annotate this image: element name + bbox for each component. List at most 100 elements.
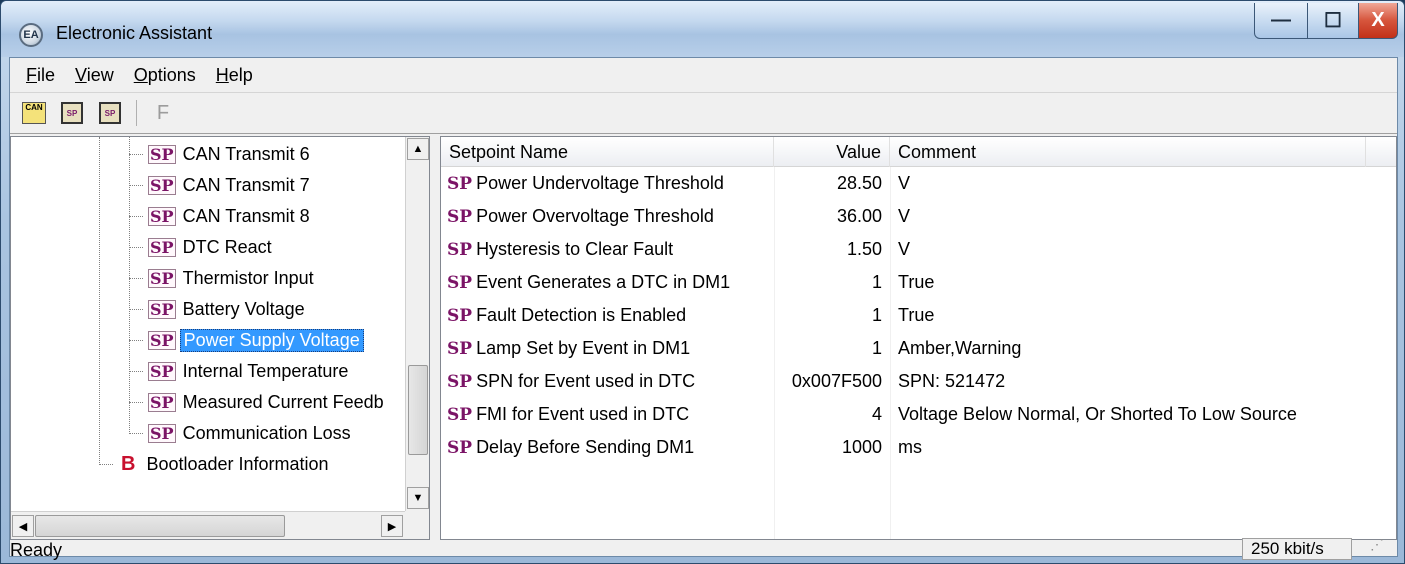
menu-options[interactable]: Options [124, 65, 206, 86]
setpoint-name: Event Generates a DTC in DM1 [476, 272, 731, 292]
title-bar[interactable]: EA Electronic Assistant — ☐ X [1, 1, 1404, 57]
horizontal-scroll-thumb[interactable] [35, 515, 285, 537]
table-row[interactable]: SP Hysteresis to Clear Fault 1.50 V [441, 233, 1396, 266]
setpoint-icon: SP [148, 362, 176, 381]
tree-branch-line [129, 340, 143, 341]
save-setpoint-button[interactable]: SP [94, 98, 126, 128]
tree-branch-line [129, 185, 143, 186]
tree-branch-line [129, 402, 143, 403]
setpoint-name-cell: SP FMI for Event used in DTC [447, 398, 772, 431]
setpoint-comment-cell: V [898, 239, 911, 259]
setpoint-name-cell: SP Delay Before Sending DM1 [447, 431, 772, 464]
table-row[interactable]: SP Delay Before Sending DM1 1000 ms [441, 431, 1396, 464]
table-row[interactable]: SP FMI for Event used in DTC 4 Voltage Belo… [441, 398, 1396, 431]
setpoint-value-cell: 1 [871, 338, 882, 358]
setpoint-value-cell: 4 [871, 404, 882, 424]
scroll-right-arrow-icon[interactable]: ▶ [381, 515, 403, 537]
tree-item-label: Battery Voltage [182, 299, 305, 319]
setpoint-value-cell: 1 [871, 305, 882, 325]
setpoint-name-cell: SP Hysteresis to Clear Fault [447, 233, 772, 266]
open-setpoint-icon: SP [61, 102, 83, 124]
tree-item-label: CAN Transmit 7 [182, 175, 310, 195]
flash-button[interactable]: F [147, 98, 179, 128]
status-bar: Ready 250 kbit/s ⋰ [10, 536, 1397, 560]
tree-item[interactable]: SP CAN Transmit 6 [11, 139, 405, 170]
minimize-button[interactable]: — [1254, 3, 1308, 39]
tree-item[interactable]: SP Measured Current Feedb [11, 387, 405, 418]
list-header: Setpoint Name Value Comment [441, 137, 1396, 167]
table-row[interactable]: SP Power Overvoltage Threshold 36.00 V [441, 200, 1396, 233]
setpoint-icon: SP [148, 269, 176, 288]
menu-help-accel: H [215, 64, 229, 85]
tree-item-label: Thermistor Input [182, 268, 314, 288]
setpoint-comment-cell: True [898, 272, 935, 292]
table-row[interactable]: SP Lamp Set by Event in DM1 1 Amber,Warning [441, 332, 1396, 365]
save-setpoint-icon: SP [99, 102, 121, 124]
setpoint-comment-cell: True [898, 305, 935, 325]
setpoint-name: Power Undervoltage Threshold [476, 173, 724, 193]
scroll-down-arrow-icon[interactable]: ▼ [407, 487, 429, 509]
tree-branch-line [129, 433, 143, 434]
setpoint-name: Lamp Set by Event in DM1 [476, 338, 691, 358]
setpoint-icon: SP [148, 424, 176, 443]
table-row[interactable]: SP SPN for Event used in DTC 0x007F500 SPN:… [441, 365, 1396, 398]
tree-item[interactable]: SP CAN Transmit 8 [11, 201, 405, 232]
tree-item[interactable]: SP Battery Voltage [11, 294, 405, 325]
setpoint-icon: SP [447, 339, 473, 359]
tree-item[interactable]: SP Power Supply Voltage [11, 325, 405, 356]
app-icon[interactable]: EA [19, 23, 43, 47]
tree-item-label: Power Supply Voltage [179, 329, 364, 352]
scroll-up-arrow-icon[interactable]: ▲ [407, 138, 429, 160]
menu-view-accel: V [75, 64, 87, 85]
can-icon: CAN [22, 102, 46, 124]
tree-item-label: Measured Current Feedb [182, 392, 384, 412]
pane-splitter[interactable] [432, 136, 440, 540]
table-row[interactable]: SP Fault Detection is Enabled 1 True [441, 299, 1396, 332]
tree-view[interactable]: SP CAN Transmit 6 SP CAN Transmit 7 SP CAN Tr… [10, 136, 430, 540]
tree-item[interactable]: SP CAN Transmit 7 [11, 170, 405, 201]
setpoint-value-cell: 1.50 [846, 239, 882, 259]
resize-grip-icon[interactable]: ⋰ [1370, 536, 1390, 556]
tree-horizontal-scrollbar[interactable]: ◀ ▶ [11, 511, 405, 539]
setpoint-icon: SP [447, 174, 473, 194]
tree-item[interactable]: SP DTC React [11, 232, 405, 263]
tree-item-label: DTC React [182, 237, 272, 257]
menu-help-label: elp [228, 64, 253, 85]
setpoint-name-cell: SP Event Generates a DTC in DM1 [447, 266, 772, 299]
menu-file[interactable]: File [16, 65, 65, 86]
tree-vertical-scrollbar[interactable]: ▲ ▼ [405, 137, 429, 511]
setpoint-icon: SP [148, 207, 176, 226]
menu-view[interactable]: View [65, 65, 124, 86]
setpoint-name-cell: SP Power Overvoltage Threshold [447, 200, 772, 233]
maximize-button[interactable]: ☐ [1307, 3, 1359, 39]
baud-rate-indicator: 250 kbit/s [1242, 538, 1352, 560]
setpoint-value-cell: 28.50 [836, 173, 882, 193]
scroll-left-arrow-icon[interactable]: ◀ [12, 515, 34, 537]
header-value[interactable]: Value [774, 137, 890, 167]
tree-item[interactable]: SP Communication Loss [11, 418, 405, 449]
can-connect-button[interactable]: CAN [18, 98, 50, 128]
tree-item[interactable]: SP Thermistor Input [11, 263, 405, 294]
setpoint-icon: SP [148, 176, 176, 195]
header-setpoint-name[interactable]: Setpoint Name [441, 137, 774, 167]
tree-item[interactable]: SP Internal Temperature [11, 356, 405, 387]
tree-item[interactable]: B Bootloader Information [11, 449, 405, 480]
setpoint-value-cell: 0x007F500 [791, 371, 882, 391]
setpoint-list[interactable]: Setpoint Name Value Comment SP Power Unde… [440, 136, 1397, 540]
setpoint-name: Fault Detection is Enabled [476, 305, 687, 325]
setpoint-icon: SP [148, 393, 176, 412]
tree-content: SP CAN Transmit 6 SP CAN Transmit 7 SP CAN Tr… [11, 137, 405, 511]
open-setpoint-button[interactable]: SP [56, 98, 88, 128]
scroll-corner [405, 511, 429, 539]
setpoint-comment-cell: ms [898, 437, 922, 457]
setpoint-name: SPN for Event used in DTC [476, 371, 696, 391]
close-button[interactable]: X [1358, 3, 1398, 39]
setpoint-name-cell: SP SPN for Event used in DTC [447, 365, 772, 398]
header-comment[interactable]: Comment [890, 137, 1366, 167]
setpoint-icon: SP [447, 306, 473, 326]
table-row[interactable]: SP Power Undervoltage Threshold 28.50 V [441, 167, 1396, 200]
menu-help[interactable]: Help [206, 65, 263, 86]
setpoint-name: FMI for Event used in DTC [476, 404, 690, 424]
table-row[interactable]: SP Event Generates a DTC in DM1 1 True [441, 266, 1396, 299]
vertical-scroll-thumb[interactable] [408, 365, 428, 455]
